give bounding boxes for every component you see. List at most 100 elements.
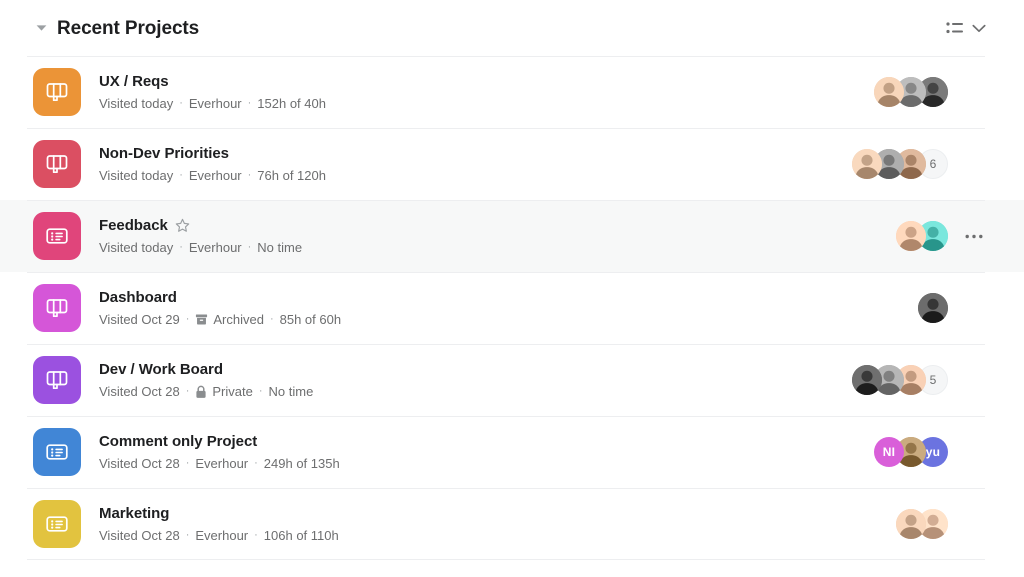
avatar-stack[interactable]: 5 <box>852 365 948 395</box>
integration-text: Everhour <box>195 456 249 471</box>
avatar[interactable]: NI <box>874 437 904 467</box>
integration-text: Everhour <box>188 240 242 255</box>
integration-text: Archived <box>213 312 264 327</box>
integration-label: Everhour <box>189 239 242 256</box>
project-name: UX / Reqs <box>99 73 169 90</box>
project-text: Marketing Visited Oct 28 · Everhour · 106h of… <box>99 504 880 544</box>
meta-separator: · <box>179 169 183 181</box>
integration-label: Archived <box>195 311 264 328</box>
list-icon <box>33 500 81 548</box>
project-meta: Visited Oct 28 · Private · No time <box>99 383 836 400</box>
visited-label: Visited Oct 28 <box>99 528 180 543</box>
project-row-right <box>896 509 986 539</box>
chevron-down-icon[interactable] <box>972 24 986 33</box>
visited-label: Visited Oct 28 <box>99 384 180 399</box>
project-name: Marketing <box>99 505 170 522</box>
avatar-stack[interactable] <box>896 509 948 539</box>
archive-icon <box>195 313 208 326</box>
project-row[interactable]: Non-Dev Priorities Visited today · Everhour… <box>0 128 1024 200</box>
meta-separator: · <box>185 385 190 397</box>
project-name-line: Feedback <box>99 216 880 235</box>
triangle-down-icon[interactable] <box>33 20 49 36</box>
project-meta: Visited Oct 29 · Archived · 85h of 60h <box>99 311 902 328</box>
time-estimate: 85h of 60h <box>279 312 342 327</box>
visited-label: Visited today <box>99 168 174 183</box>
project-row[interactable]: Dev / Work Board Visited Oct 28 · Private ·… <box>0 344 1024 416</box>
project-row-right: NI yu <box>874 437 986 467</box>
list-icon <box>33 428 81 476</box>
integration-label: Everhour <box>189 95 242 112</box>
project-row-right: 5 <box>852 365 986 395</box>
list-view-icon[interactable] <box>946 21 963 35</box>
avatar-stack[interactable] <box>874 77 948 107</box>
row-more-menu-button[interactable] <box>962 234 986 239</box>
project-list: UX / Reqs Visited today · Everhour · 152h of … <box>0 56 1024 560</box>
integration-label: Private <box>195 383 253 400</box>
project-name-line: Marketing <box>99 504 880 523</box>
avatar[interactable] <box>852 365 882 395</box>
section-header: Recent Projects <box>0 0 1024 56</box>
project-name-line: Comment only Project <box>99 432 858 451</box>
avatar-stack[interactable] <box>918 293 948 323</box>
project-text: UX / Reqs Visited today · Everhour · 152h of … <box>99 72 858 112</box>
avatar-stack[interactable]: 6 <box>852 149 948 179</box>
project-row[interactable]: Marketing Visited Oct 28 · Everhour · 106h of… <box>0 488 1024 560</box>
project-text: Non-Dev Priorities Visited today · Everhour… <box>99 144 836 184</box>
project-meta: Visited today · Everhour · 76h of 120h <box>99 167 836 184</box>
project-text: Comment only Project Visited Oct 28 · Everh… <box>99 432 858 472</box>
time-estimate: No time <box>257 240 303 255</box>
meta-separator: · <box>185 313 190 325</box>
visited-label: Visited Oct 28 <box>99 456 180 471</box>
integration-text: Everhour <box>188 168 242 183</box>
avatar[interactable] <box>896 509 926 539</box>
meta-separator: · <box>258 385 263 397</box>
avatar-stack[interactable] <box>896 221 948 251</box>
avatar[interactable] <box>852 149 882 179</box>
meta-separator: · <box>247 169 252 181</box>
visited-label: Visited today <box>99 96 174 111</box>
project-row[interactable]: UX / Reqs Visited today · Everhour · 152h of … <box>0 56 1024 128</box>
project-row-right: 6 <box>852 149 986 179</box>
project-meta: Visited today · Everhour · 152h of 40h <box>99 95 858 112</box>
time-estimate: No time <box>268 384 314 399</box>
project-name-line: Dev / Work Board <box>99 360 836 379</box>
meta-separator: · <box>185 529 190 541</box>
meta-separator: · <box>254 529 258 541</box>
meta-separator: · <box>247 97 252 109</box>
page-title: Recent Projects <box>57 17 200 39</box>
avatar[interactable] <box>918 293 948 323</box>
time-estimate: 249h of 135h <box>263 456 340 471</box>
project-row[interactable]: Feedback Visited today · Everhour · No time <box>0 200 1024 272</box>
project-meta: Visited Oct 28 · Everhour · 106h of 110h <box>99 527 880 544</box>
project-row[interactable]: Dashboard Visited Oct 29 · Archived · 85h of… <box>0 272 1024 344</box>
meta-separator: · <box>247 241 252 253</box>
project-name-line: Non-Dev Priorities <box>99 144 836 163</box>
project-name-line: Dashboard <box>99 288 902 307</box>
star-icon[interactable] <box>175 218 190 233</box>
project-name-line: UX / Reqs <box>99 72 858 91</box>
integration-label: Everhour <box>195 455 248 472</box>
integration-label: Everhour <box>189 167 242 184</box>
time-estimate: 76h of 120h <box>257 168 326 183</box>
project-meta: Visited Oct 28 · Everhour · 249h of 135h <box>99 455 858 472</box>
avatar[interactable] <box>896 221 926 251</box>
project-meta: Visited today · Everhour · No time <box>99 239 880 256</box>
avatar-stack[interactable]: NI yu <box>874 437 948 467</box>
project-row[interactable]: Comment only Project Visited Oct 28 · Everh… <box>0 416 1024 488</box>
board-icon <box>33 140 81 188</box>
project-text: Dashboard Visited Oct 29 · Archived · 85h of… <box>99 288 902 328</box>
meta-separator: · <box>179 97 183 109</box>
project-row-right <box>874 77 986 107</box>
meta-separator: · <box>254 457 258 469</box>
integration-text: Everhour <box>195 528 249 543</box>
integration-text: Private <box>212 384 253 399</box>
meta-separator: · <box>269 313 274 325</box>
integration-text: Everhour <box>188 96 242 111</box>
visited-label: Visited Oct 29 <box>99 312 180 327</box>
list-icon <box>33 212 81 260</box>
project-row-right <box>896 221 986 251</box>
integration-label: Everhour <box>195 527 248 544</box>
meta-separator: · <box>185 457 190 469</box>
avatar[interactable] <box>874 77 904 107</box>
time-estimate: 152h of 40h <box>257 96 326 111</box>
